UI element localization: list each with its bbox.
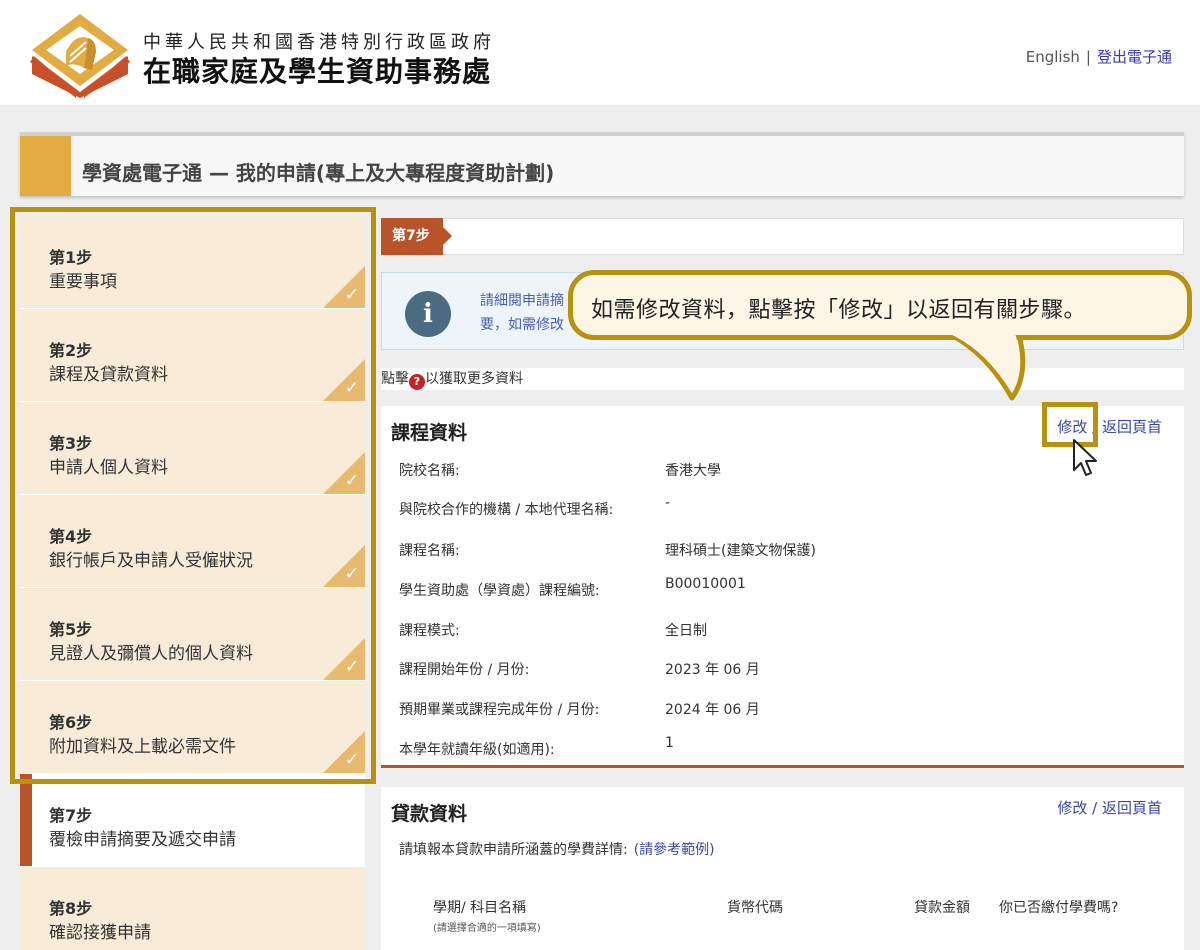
row-value: - — [665, 495, 671, 511]
page-title: 學資處電子通 — 我的申請(專上及大專程度資助計劃) — [82, 161, 555, 185]
step-number: 第4步 — [49, 527, 93, 546]
edit-loan-link[interactable]: 修改 — [1057, 799, 1087, 817]
column-term: 學期/ 科目名稱 (請選擇合適的一項填寫) — [433, 897, 541, 934]
step-label: 申請人個人資料 — [49, 458, 168, 478]
page-title-bar: 學資處電子通 — 我的申請(專上及大專程度資助計劃) — [20, 132, 1184, 196]
row-value: 2024 年 06 月 — [665, 702, 760, 718]
link-separator: / — [1092, 799, 1098, 817]
help-suffix: 以獲取更多資料 — [425, 371, 523, 387]
step-number: 第1步 — [49, 248, 93, 267]
info-icon: i — [405, 291, 451, 337]
column-amount: 貸款金額 — [914, 900, 970, 916]
check-icon: ✓ — [344, 471, 359, 491]
step-number: 第5步 — [49, 620, 93, 639]
loan-section-links: 修改 / 返回頁首 — [1057, 797, 1162, 818]
row-label: 與院校合作的機構 / 本地代理名稱: — [399, 502, 614, 518]
step-label: 見證人及彌償人的個人資料 — [49, 644, 253, 664]
loan-note: 請填報本貸款申請所涵蓋的學費詳情: (請參考範例) — [399, 839, 715, 859]
row-label: 課程名稱: — [399, 543, 460, 559]
help-prefix: 點擊 — [381, 371, 409, 387]
column-paid: 你已否繳付學費嗎? — [999, 900, 1119, 916]
step-label: 附加資料及上載必需文件 — [49, 737, 236, 757]
english-link[interactable]: English — [1026, 48, 1080, 66]
info-text: 請細閱申請摘要，如需修改資料，請點擊「修改」以返回有關步驟，以返回有關步驟。 — [480, 293, 564, 333]
step-label: 重要事項 — [49, 272, 117, 292]
row-label: 院校名稱: — [399, 463, 460, 479]
step-number: 第6步 — [49, 713, 93, 732]
step-number: 第7步 — [49, 806, 93, 825]
check-icon: ✓ — [344, 657, 359, 677]
row-label: 課程模式: — [399, 623, 460, 639]
row-value: 2023 年 06 月 — [665, 662, 760, 678]
course-section: 課程資料 修改 / 返回頁首 院校名稱: 香港大學 與院校合作的機構 / 本地代理… — [381, 406, 1184, 768]
column-term-label: 學期/ 科目名稱 — [433, 900, 527, 916]
step-7[interactable]: 第7步 覆檢申請摘要及遞交申請 — [20, 774, 365, 867]
row-value: 全日制 — [665, 623, 707, 639]
row-value: 理科碩士(建築文物保護) — [665, 543, 816, 559]
current-step-badge: 第7步 — [381, 218, 452, 255]
site-header: 中華人民共和國香港特別行政區政府 在職家庭及學生資助事務處 English | 登出… — [0, 0, 1200, 105]
link-separator: / — [1092, 418, 1098, 436]
loan-section: 貸款資料 修改 / 返回頁首 請填報本貸款申請所涵蓋的學費詳情: (請參考範例) … — [381, 787, 1184, 950]
check-icon: ✓ — [344, 285, 359, 305]
current-step-bar: 第7步 — [381, 218, 1184, 255]
check-icon: ✓ — [344, 378, 359, 398]
step-label: 銀行帳戶及申請人受僱狀況 — [49, 551, 253, 571]
step-1[interactable]: 第1步 重要事項 ✓ — [20, 216, 365, 309]
edit-course-link[interactable]: 修改 — [1057, 418, 1087, 436]
link-separator: | — [1085, 48, 1091, 66]
step-3[interactable]: 第3步 申請人個人資料 ✓ — [20, 402, 365, 495]
step-5[interactable]: 第5步 見證人及彌償人的個人資料 ✓ — [20, 588, 365, 681]
step-label: 課程及貸款資料 — [49, 365, 168, 385]
callout-bubble: 如需修改資料，點擊按「修改」以返回有關步驟。 — [568, 270, 1192, 340]
loan-note-text: 請填報本貸款申請所涵蓋的學費詳情: — [399, 842, 628, 858]
check-icon: ✓ — [344, 564, 359, 584]
help-line: 點擊? 以獲取更多資料 — [381, 368, 1184, 390]
logo-icon — [30, 14, 130, 98]
office-name: 在職家庭及學生資助事務處 — [143, 55, 492, 88]
loan-section-title: 貸款資料 — [391, 803, 468, 825]
row-value: 1 — [665, 735, 674, 751]
step-8: 第8步 確認接獲申請 — [20, 867, 365, 950]
step-number: 第3步 — [49, 434, 93, 453]
back-to-top-link[interactable]: 返回頁首 — [1102, 799, 1162, 817]
callout-text: 如需修改資料，點擊按「修改」以返回有關步驟。 — [591, 298, 1087, 323]
row-label: 預期畢業或課程完成年份 / 月份: — [399, 702, 600, 718]
top-links: English | 登出電子通 — [1026, 46, 1172, 67]
logout-link[interactable]: 登出電子通 — [1097, 48, 1172, 66]
help-icon[interactable]: ? — [409, 374, 425, 390]
step-4[interactable]: 第4步 銀行帳戶及申請人受僱狀況 ✓ — [20, 495, 365, 588]
step-2[interactable]: 第2步 課程及貸款資料 ✓ — [20, 309, 365, 402]
course-section-links: 修改 / 返回頁首 — [1057, 416, 1162, 437]
step-number: 第8步 — [49, 899, 93, 918]
example-link[interactable]: (請參考範例) — [634, 842, 715, 858]
mouse-pointer-icon — [1073, 439, 1097, 476]
step-6[interactable]: 第6步 附加資料及上載必需文件 ✓ — [20, 681, 365, 774]
step-label: 確認接獲申請 — [49, 923, 151, 943]
steps-sidebar: 第1步 重要事項 ✓ 第2步 課程及貸款資料 ✓ 第3步 申請人個人資料 ✓ 第… — [20, 216, 365, 950]
column-term-hint: (請選擇合適的一項填寫) — [433, 923, 541, 934]
check-icon: ✓ — [344, 750, 359, 770]
course-section-title: 課程資料 — [391, 422, 468, 444]
row-label: 本學年就讀年級(如適用): — [399, 742, 555, 758]
row-value: B00010001 — [665, 576, 746, 592]
row-label: 學生資助處（學資處）課程編號: — [399, 583, 600, 599]
column-currency: 貨幣代碼 — [727, 900, 783, 916]
step-number: 第2步 — [49, 341, 93, 360]
step-label: 覆檢申請摘要及遞交申請 — [49, 830, 236, 850]
row-label: 課程開始年份 / 月份: — [399, 662, 530, 678]
back-to-top-link[interactable]: 返回頁首 — [1102, 418, 1162, 436]
title-accent — [20, 136, 71, 196]
row-value: 香港大學 — [665, 463, 721, 479]
